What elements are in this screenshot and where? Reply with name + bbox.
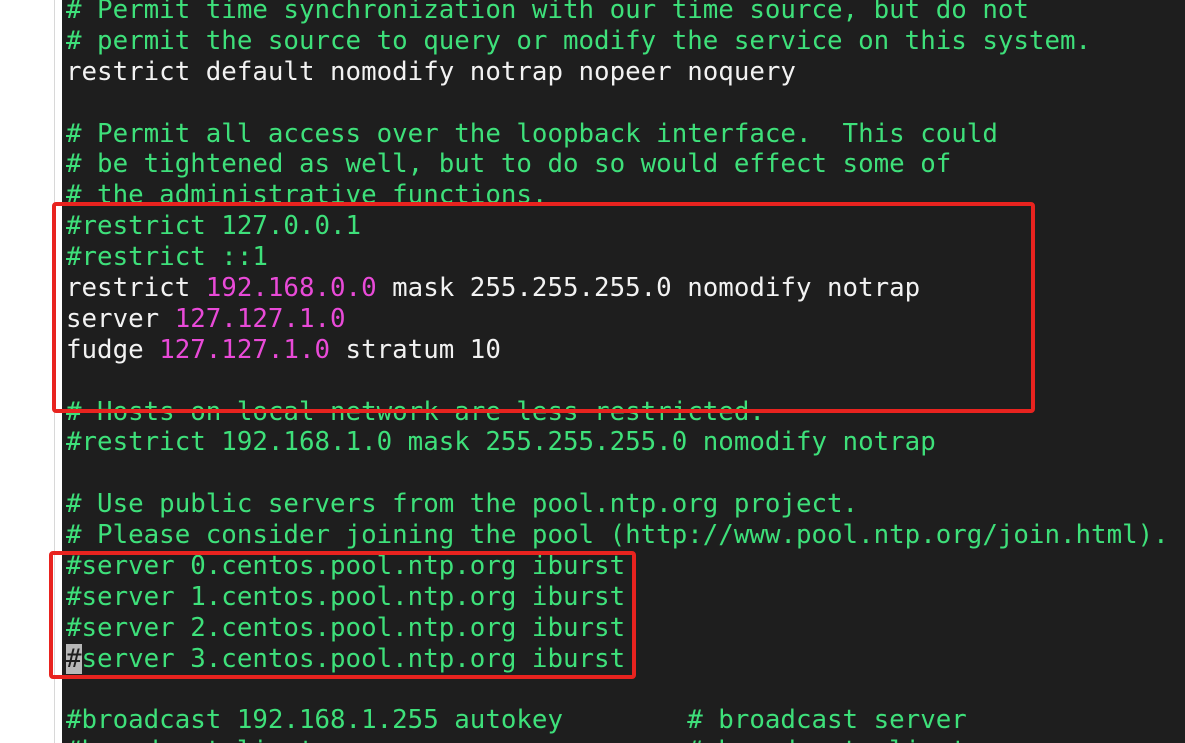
code-line[interactable]: # be tightened as well, but to do so wou… <box>66 149 1169 180</box>
code-line[interactable]: #server 0.centos.pool.ntp.org iburst <box>66 551 1169 582</box>
code-token: stratum 10 <box>330 334 501 365</box>
comment-text: #server 2.centos.pool.ntp.org iburst <box>66 612 626 643</box>
comment-text: # Hosts on local network are less restri… <box>66 396 765 427</box>
comment-text: # Use public servers from the pool.ntp.o… <box>66 489 859 520</box>
blank-line[interactable] <box>66 675 1169 706</box>
code-line[interactable]: server 127.127.1.0 <box>66 304 1169 335</box>
comment-text: #broadcastclient # broadcast client <box>66 736 967 743</box>
comment-text: # be tightened as well, but to do so wou… <box>66 149 952 180</box>
code-line[interactable]: #restrict 192.168.1.0 mask 255.255.255.0… <box>66 427 1169 458</box>
comment-text: # Permit all access over the loopback in… <box>66 118 998 149</box>
terminal-editor[interactable]: # Permit time synchronization with our t… <box>62 0 1185 743</box>
comment-text: # the administrative functions. <box>66 180 548 211</box>
code-line[interactable]: #broadcastclient # broadcast client <box>66 736 1169 743</box>
comment-text: # Permit time synchronization with our t… <box>66 0 1029 25</box>
code-text: restrict default nomodify notrap nopeer … <box>66 56 796 87</box>
ip-address-token: 127.127.1.0 <box>174 303 346 334</box>
code-token: mask 255.255.255.0 nomodify notrap <box>376 273 921 304</box>
code-line[interactable]: fudge 127.127.1.0 stratum 10 <box>66 335 1169 366</box>
left-margin <box>0 0 55 743</box>
comment-text: #server 0.centos.pool.ntp.org iburst <box>66 551 626 582</box>
editor-lines: # Permit time synchronization with our t… <box>66 0 1169 743</box>
code-line[interactable]: # Permit time synchronization with our t… <box>66 0 1169 26</box>
comment-text: #server 1.centos.pool.ntp.org iburst <box>66 581 626 612</box>
code-line[interactable]: #restrict ::1 <box>66 242 1169 273</box>
ip-address-token: 192.168.0.0 <box>205 273 377 304</box>
code-line[interactable]: #server 1.centos.pool.ntp.org iburst <box>66 582 1169 613</box>
ip-address-token: 127.127.1.0 <box>159 334 331 365</box>
code-token: server <box>66 303 175 334</box>
code-line[interactable]: restrict 192.168.0.0 mask 255.255.255.0 … <box>66 273 1169 304</box>
blank-line[interactable] <box>66 88 1169 119</box>
code-token: restrict <box>66 273 206 304</box>
comment-text: #restrict 192.168.1.0 mask 255.255.255.0… <box>66 427 936 458</box>
code-line[interactable]: #server 2.centos.pool.ntp.org iburst <box>66 613 1169 644</box>
code-token: server 3.centos.pool.ntp.org iburst <box>81 643 626 674</box>
blank-line[interactable] <box>66 458 1169 489</box>
code-line[interactable]: # Permit all access over the loopback in… <box>66 119 1169 150</box>
comment-text: #broadcast 192.168.1.255 autokey # broad… <box>66 705 967 736</box>
code-line[interactable]: #broadcast 192.168.1.255 autokey # broad… <box>66 705 1169 736</box>
code-line[interactable]: #restrict 127.0.0.1 <box>66 211 1169 242</box>
code-line[interactable]: restrict default nomodify notrap nopeer … <box>66 57 1169 88</box>
comment-text: #restrict ::1 <box>66 242 268 273</box>
code-line[interactable]: # Hosts on local network are less restri… <box>66 397 1169 428</box>
code-line[interactable]: #server 3.centos.pool.ntp.org iburst <box>66 643 1169 675</box>
code-line[interactable]: # Please consider joining the pool (http… <box>66 520 1169 551</box>
code-line[interactable]: # the administrative functions. <box>66 180 1169 211</box>
text-cursor: # <box>66 643 82 674</box>
comment-text: # permit the source to query or modify t… <box>66 25 1092 56</box>
blank-line[interactable] <box>66 366 1169 397</box>
comment-text: #restrict 127.0.0.1 <box>66 211 362 242</box>
code-token: fudge <box>66 334 160 365</box>
code-line[interactable]: # Use public servers from the pool.ntp.o… <box>66 489 1169 520</box>
comment-text: # Please consider joining the pool (http… <box>66 520 1169 551</box>
code-line[interactable]: # permit the source to query or modify t… <box>66 26 1169 57</box>
